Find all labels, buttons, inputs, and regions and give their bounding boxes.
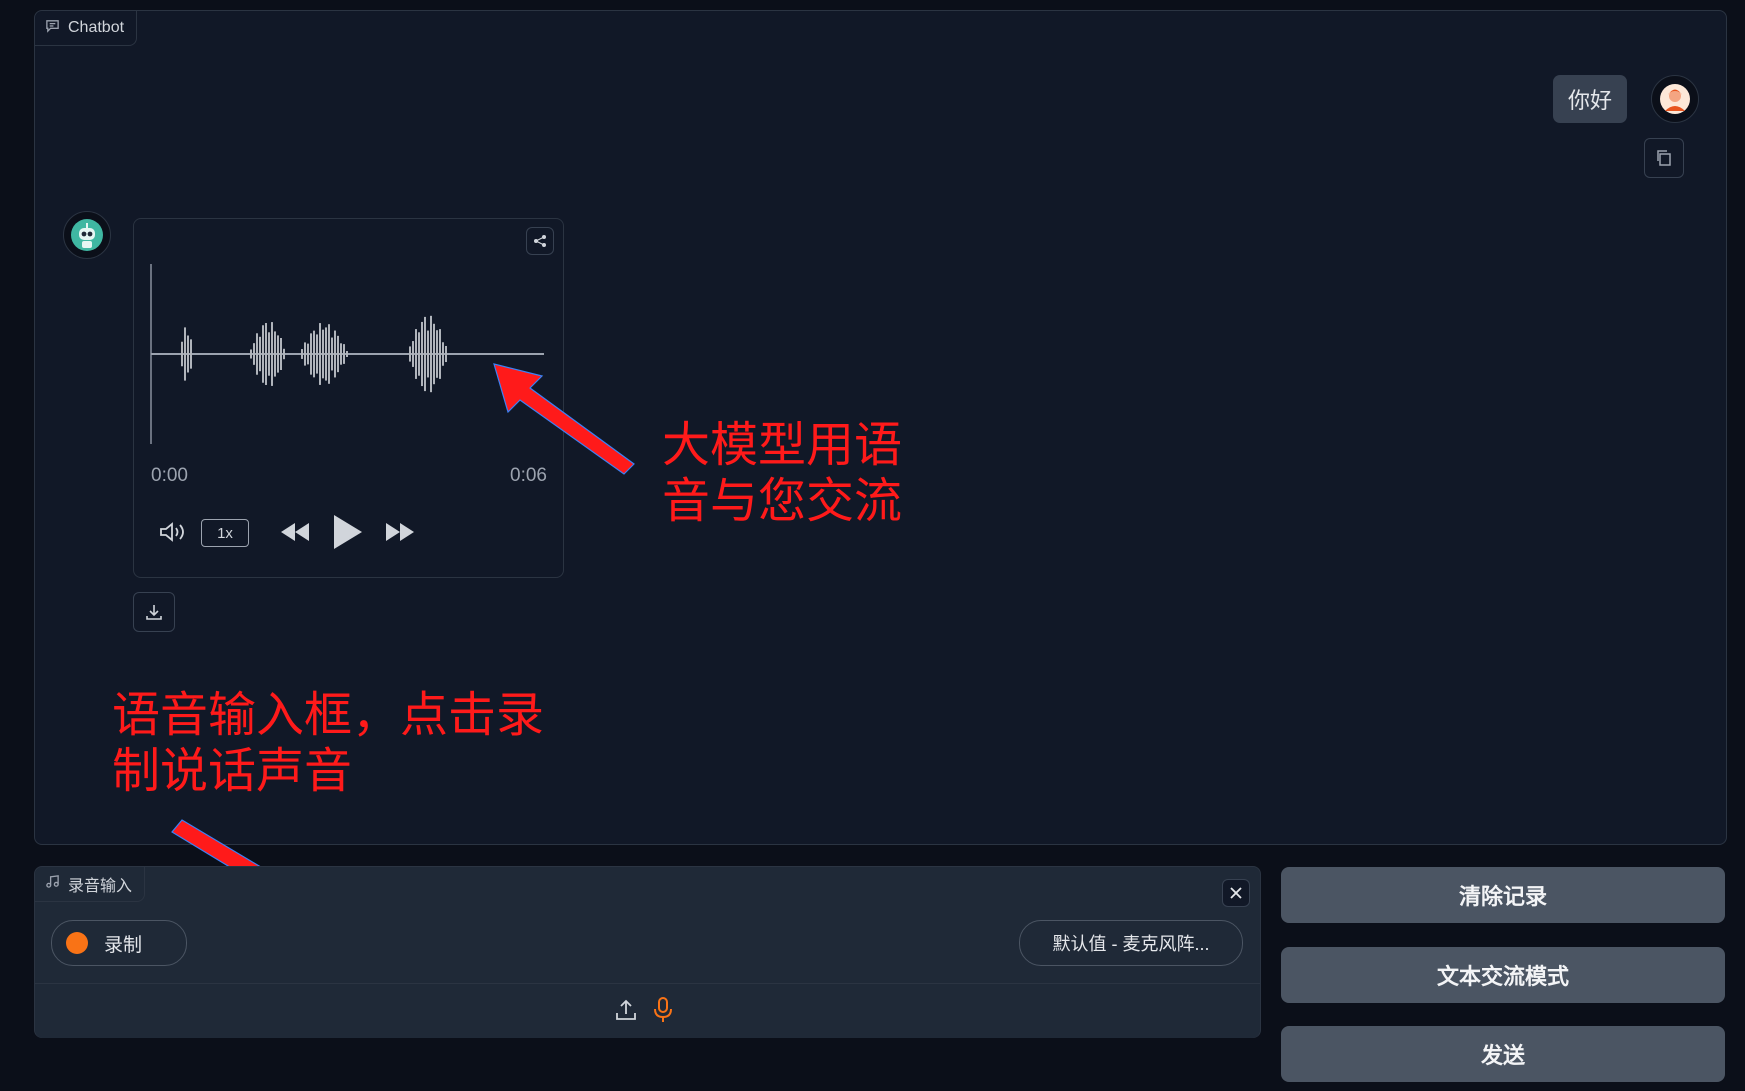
annotation-audio-note: 大模型用语 音与您交流 — [662, 417, 903, 529]
waveform-bar — [283, 348, 285, 360]
waveform-bar — [319, 323, 321, 385]
waveform-bar — [190, 339, 192, 369]
annotation-arrow-audio — [493, 363, 635, 475]
audio-waveform[interactable] — [148, 264, 548, 444]
waveform-bar — [280, 337, 282, 371]
send-button[interactable]: 发送 — [1281, 1026, 1725, 1082]
clear-audio-button[interactable] — [1222, 879, 1250, 907]
record-dot-icon — [66, 932, 88, 954]
waveform-bar — [334, 330, 336, 378]
chat-icon — [45, 18, 60, 38]
microphone-select-value: 默认值 - 麦克风阵... — [1052, 934, 1210, 954]
download-icon — [146, 605, 162, 620]
playback-rate-button[interactable]: 1x — [201, 519, 249, 547]
waveform-bar — [313, 330, 315, 378]
waveform-bar — [418, 332, 420, 376]
share-icon — [534, 235, 546, 247]
rewind-button[interactable] — [279, 520, 311, 549]
waveform-bar — [412, 341, 414, 367]
play-button[interactable] — [331, 513, 363, 556]
waveform-bar — [256, 333, 258, 375]
waveform-bar — [340, 343, 342, 365]
upload-button[interactable] — [615, 998, 637, 1027]
waveform-bar — [436, 330, 438, 378]
record-button[interactable]: 录制 — [51, 920, 187, 966]
download-button[interactable] — [133, 592, 175, 632]
microphone-select[interactable]: 默认值 - 麦克风阵... — [1019, 920, 1243, 966]
waveform-bar — [322, 329, 324, 379]
annotation-input-note: 语音输入框，点击录 制说话声音 — [112, 687, 545, 799]
waveform-bar — [181, 341, 183, 367]
waveform-bar — [253, 343, 255, 365]
waveform-bar — [250, 349, 252, 359]
audio-input-label: 录音输入 — [35, 867, 146, 902]
waveform-bar — [274, 331, 276, 377]
waveform-bar — [442, 342, 444, 366]
waveform-bar — [310, 333, 312, 375]
audio-input-panel: 录音输入 录制 默认值 - 麦克风阵... — [34, 866, 1261, 1038]
copy-icon — [1657, 150, 1671, 166]
microphone-icon — [654, 997, 672, 1022]
user-avatar-icon — [1660, 84, 1690, 114]
waveform-bar — [427, 330, 429, 378]
waveform-bar — [346, 351, 348, 357]
waveform-bar — [424, 316, 426, 392]
waveform-bar — [337, 335, 339, 373]
waveform-bar — [328, 324, 330, 384]
waveform-bar — [268, 332, 270, 376]
user-message: 你好 — [1553, 75, 1627, 123]
waveform-bar — [343, 344, 345, 364]
volume-icon — [160, 522, 184, 542]
record-label: 录制 — [104, 934, 143, 956]
waveform-bar — [415, 329, 417, 379]
recorder-footer — [35, 983, 1260, 1038]
chatbot-label: Chatbot — [35, 11, 138, 46]
waveform-bar — [433, 323, 435, 385]
robot-avatar-icon — [71, 219, 103, 251]
waveform-bar — [316, 334, 318, 374]
share-button[interactable] — [526, 227, 554, 255]
waveform-bar — [430, 315, 432, 393]
close-icon — [1230, 887, 1242, 899]
waveform-bar — [259, 336, 261, 372]
bot-avatar — [63, 211, 111, 259]
waveform-bar — [277, 335, 279, 373]
waveform-bar — [262, 325, 264, 383]
waveform-bar — [445, 345, 447, 363]
fast-forward-icon — [386, 523, 414, 541]
waveform-bar — [439, 329, 441, 379]
music-icon — [45, 874, 60, 894]
waveform-bar — [304, 342, 306, 366]
text-mode-button[interactable]: 文本交流模式 — [1281, 947, 1725, 1003]
waveform-bar — [301, 349, 303, 359]
play-icon — [334, 515, 362, 549]
waveform-bar — [265, 323, 267, 385]
clear-history-button[interactable]: 清除记录 — [1281, 867, 1725, 923]
waveform-bar — [184, 327, 186, 381]
waveform-bar — [409, 346, 411, 362]
current-time: 0:00 — [151, 465, 188, 486]
waveform-bar — [271, 322, 273, 386]
waveform-bar — [307, 343, 309, 365]
fast-forward-button[interactable] — [384, 520, 416, 549]
audio-input-label-text: 录音输入 — [68, 878, 133, 895]
rewind-icon — [281, 523, 309, 541]
waveform-bar — [331, 337, 333, 371]
waveform-bar — [187, 335, 189, 373]
chatbot-label-text: Chatbot — [68, 19, 125, 36]
microphone-button[interactable] — [652, 996, 674, 1029]
waveform-bar — [421, 321, 423, 387]
user-avatar — [1651, 75, 1699, 123]
upload-icon — [616, 999, 636, 1020]
waveform-bar — [325, 327, 327, 381]
copy-button[interactable] — [1644, 138, 1684, 178]
volume-button[interactable] — [158, 520, 188, 549]
